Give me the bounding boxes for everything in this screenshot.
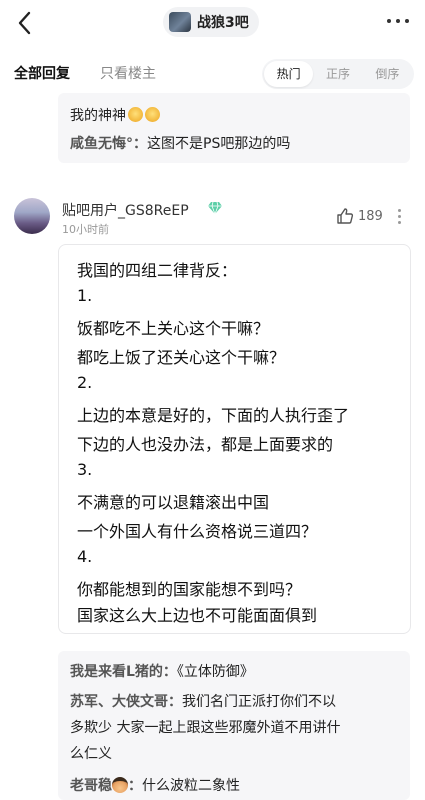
content-line: 不满意的可以退籍滚出中国 [77, 493, 270, 512]
more-vertical-icon[interactable] [398, 209, 401, 224]
subreply-username[interactable]: 苏军、大侠文哥： [70, 694, 182, 710]
subreplies[interactable]: 我是来看L猪的：《立体防御》 苏军、大侠文哥：我们名门正派打你们不以 多欺少 大… [58, 651, 410, 800]
content-line: 你都能想到的国家能想不到吗？ [77, 580, 302, 599]
subreply-line: 苏军、大侠文哥：我们名门正派打你们不以 [70, 691, 336, 711]
forum-name-pill[interactable]: 战狼3吧 [163, 7, 259, 37]
content-line: 下边的人也没办法，都是上面要求的 [77, 435, 334, 454]
subreply-text: 《立体防御》 [176, 664, 254, 680]
content-line: 一个外国人有什么资格说三道四？ [77, 522, 318, 541]
emoji-icon [145, 107, 160, 122]
tab-all-replies[interactable]: 全部回复 [14, 63, 70, 83]
content-line: 1. [77, 286, 93, 305]
subreply-text: 我的神神 [70, 108, 126, 124]
thumbs-up-icon [337, 208, 354, 224]
sort-hot[interactable]: 热门 [264, 61, 314, 87]
forum-name: 战狼3吧 [197, 15, 249, 31]
diamond-icon [208, 202, 222, 214]
sort-desc[interactable]: 倒序 [363, 61, 412, 87]
content-line: 3. [77, 460, 93, 479]
subreply-line: 咸鱼无悔°：这图不是PS吧那边的吗 [70, 133, 290, 153]
emoji-icon [128, 107, 143, 122]
more-horizontal-icon[interactable] [387, 19, 409, 23]
subreply-text: 什么波粒二象性 [142, 778, 240, 794]
subreply-username[interactable]: 我是来看L猪的： [70, 664, 177, 680]
tab-op-only[interactable]: 只看楼主 [100, 63, 156, 83]
like-button[interactable]: 189 [336, 207, 383, 225]
previous-subreplies[interactable]: 我的神神 咸鱼无悔°：这图不是PS吧那边的吗 [58, 93, 410, 163]
chevron-left-icon[interactable] [14, 9, 36, 37]
subreply-separator: ： [128, 778, 142, 794]
post-content: 我国的四组二律背反： 1. 饭都吃不上关心这个干嘛？ 都吃上饭了还关心这个干嘛？… [58, 244, 411, 634]
content-line: 都吃上饭了还关心这个干嘛？ [77, 348, 286, 367]
subreply-text: 我们名门正派打你们不以 [182, 694, 336, 710]
content-line: 上边的本意是好的，下面的人执行歪了 [77, 406, 350, 425]
subreply-username[interactable]: 老哥稳 [70, 778, 112, 794]
content-line: 国家这么大上边也不可能面面俱到 [77, 606, 318, 625]
subreply-line: 老哥稳 ：什么波粒二象性 [70, 775, 240, 795]
content-line: 2. [77, 373, 93, 392]
sort-asc[interactable]: 正序 [313, 61, 362, 87]
subreply-text: 这图不是PS吧那边的吗 [147, 136, 291, 152]
content-line: 饭都吃不上关心这个干嘛？ [77, 319, 270, 338]
subreply-line: 么仁义 [70, 746, 112, 762]
sort-toggle: 热门 正序 倒序 [262, 59, 414, 89]
subreply-line: 多欺少 大家一起上跟这些邪魔外道不用讲什 [70, 720, 341, 736]
subreply-username[interactable]: 咸鱼无悔°： [70, 136, 147, 152]
content-line: 4. [77, 547, 93, 566]
face-emoji-icon [112, 777, 128, 793]
top-navigation-bar: 战狼3吧 [0, 0, 425, 46]
reply-filter-bar: 全部回复 只看楼主 热门 正序 倒序 [0, 57, 425, 91]
forum-avatar [169, 12, 191, 32]
avatar[interactable] [14, 198, 50, 234]
subreply-line: 我的神神 [70, 105, 160, 125]
post-time: 10小时前 [62, 223, 109, 236]
post-username[interactable]: 贴吧用户_GS8ReEP [62, 200, 189, 220]
subreply-line: 我是来看L猪的：《立体防御》 [70, 661, 254, 681]
like-count: 189 [358, 208, 383, 224]
content-line: 我国的四组二律背反： [77, 261, 238, 280]
